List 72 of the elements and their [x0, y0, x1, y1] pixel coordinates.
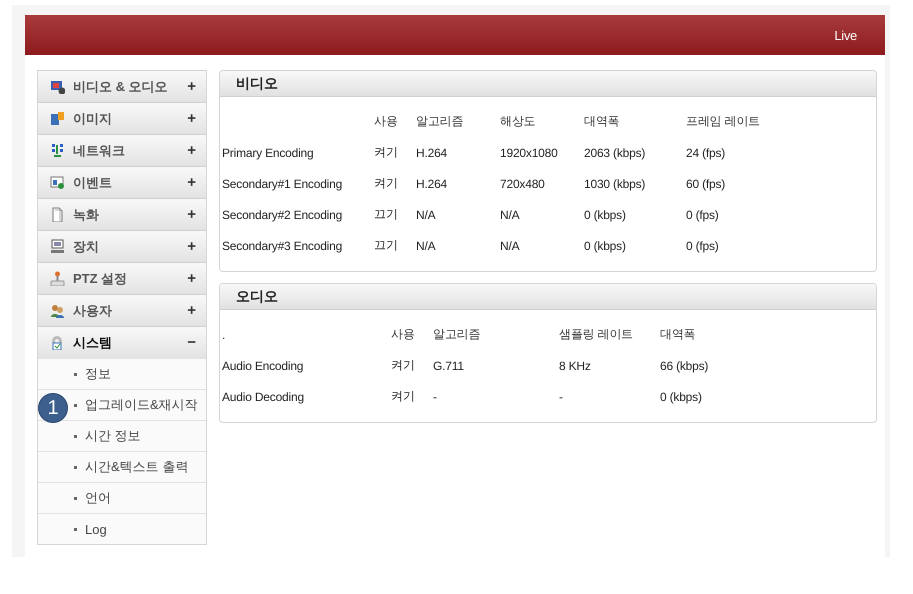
- table-cell-text: 켜기: [374, 175, 399, 192]
- table-cell-text: N/A: [500, 238, 520, 254]
- panel-title: 비디오: [220, 71, 876, 97]
- table-header: 사용: [391, 326, 416, 343]
- table-cell-text: N/A: [416, 238, 436, 254]
- menu-icon: [50, 207, 65, 222]
- menu-icon: [50, 111, 65, 126]
- table-cell-text: 60 (fps): [686, 176, 726, 192]
- menu-icon: [50, 271, 65, 286]
- table-cell-text: 24 (fps): [686, 144, 726, 162]
- table-cell-text: 켜기: [374, 144, 399, 161]
- table-cell-text: 8 KHz: [559, 358, 592, 374]
- callout-badge: 1: [38, 393, 68, 423]
- table-header: 알고리즘: [433, 326, 482, 343]
- sidebar-item[interactable]: 장치 +: [38, 230, 206, 262]
- submenu-item[interactable]: Log: [74, 522, 107, 536]
- table-cell-text: Secondary#3 Encoding: [222, 238, 344, 254]
- table-cell-text: N/A: [500, 206, 520, 224]
- sidebar-item[interactable]: 비디오 & 오디오 +: [38, 70, 206, 102]
- table-cell-text: 끄기: [374, 237, 399, 254]
- table-header: 사용: [374, 113, 399, 130]
- table-header: 대역폭: [584, 113, 620, 130]
- sidebar-item[interactable]: 네트워크 +: [38, 134, 206, 166]
- menu-icon: [50, 239, 65, 254]
- sidebar-item[interactable]: 이벤트 +: [38, 166, 206, 198]
- table-cell-text: Primary Encoding: [222, 144, 315, 162]
- table-header: 알고리즘: [416, 113, 464, 130]
- sidebar-item[interactable]: 녹화 +: [38, 198, 206, 230]
- table-cell-text: 끄기: [374, 206, 399, 223]
- submenu-item[interactable]: 시간 정보: [74, 427, 141, 445]
- table-cell-text: -: [433, 388, 438, 406]
- menu-icon: [50, 335, 65, 350]
- sidebar-item[interactable]: PTZ 설정 +: [38, 262, 206, 294]
- table-cell-text: 켜기: [391, 388, 416, 405]
- table-cell-text: H.264: [416, 176, 448, 192]
- table-header: 프레임 레이트: [686, 113, 761, 130]
- table-cell-text: 켜기: [391, 357, 416, 374]
- table-header: 대역폭: [660, 326, 696, 343]
- menu-icon: [50, 175, 65, 190]
- table-cell-text: 0 (kbps): [660, 388, 703, 406]
- table-cell-text: 720x480: [500, 176, 546, 192]
- menu-icon: [50, 303, 65, 318]
- table-cell-text: N/A: [416, 206, 436, 224]
- table-cell-text: Audio Encoding: [222, 358, 304, 374]
- table-cell-text: 0 (fps): [686, 238, 720, 254]
- table-cell-text: -: [559, 388, 564, 406]
- table-cell-text: Secondary#1 Encoding: [222, 176, 344, 192]
- sidebar-item[interactable]: 시스템 −: [38, 326, 206, 358]
- submenu-item[interactable]: 시간&텍스트 출력: [74, 458, 188, 476]
- live-link[interactable]: Live: [834, 28, 857, 42]
- menu-icon: [50, 79, 65, 94]
- table-cell-text: H.264: [416, 144, 448, 162]
- table-cell-text: 0 (fps): [686, 206, 720, 224]
- submenu-item[interactable]: 언어: [74, 489, 111, 507]
- table-cell-text: G.711: [433, 358, 465, 374]
- table-cell-text: Audio Decoding: [222, 388, 305, 406]
- submenu-item[interactable]: 업그레이드&재시작: [74, 396, 198, 414]
- table-cell-text: 0 (kbps): [584, 206, 627, 224]
- table-cell-text: 1030 (kbps): [584, 176, 646, 192]
- table-cell-text: 2063 (kbps): [584, 144, 646, 162]
- table-cell-text: Secondary#2 Encoding: [222, 206, 344, 224]
- table-header: 해상도: [500, 113, 536, 130]
- table-cell-text: 1920x1080: [500, 144, 559, 162]
- submenu-item[interactable]: 정보: [74, 365, 111, 383]
- sidebar-item[interactable]: 사용자 +: [38, 294, 206, 326]
- panel-title: 오디오: [220, 284, 876, 310]
- table-cell-text: 0 (kbps): [584, 238, 627, 254]
- table-header: 샘플링 레이트: [559, 326, 634, 343]
- menu-icon: [50, 143, 65, 158]
- sidebar-item[interactable]: 이미지 +: [38, 102, 206, 134]
- table-header: .: [222, 326, 226, 344]
- table-cell-text: 66 (kbps): [660, 358, 710, 374]
